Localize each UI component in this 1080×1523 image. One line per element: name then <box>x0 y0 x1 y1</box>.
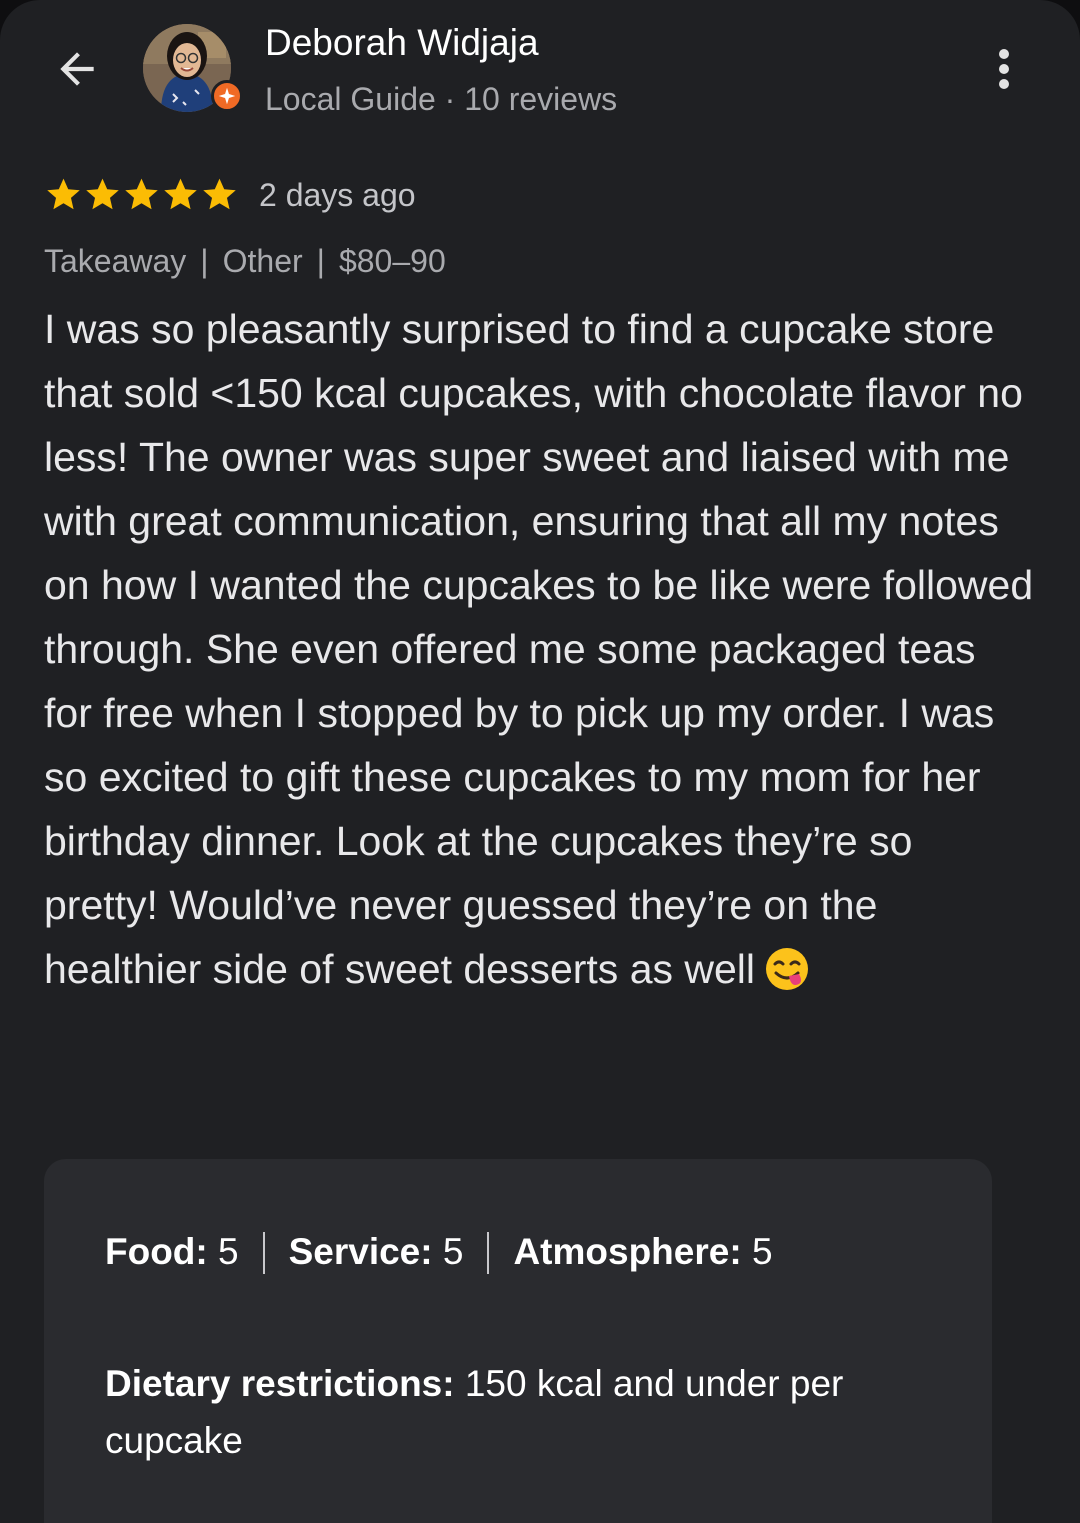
service-label: Service: <box>288 1231 433 1272</box>
more-options-button[interactable] <box>980 42 1028 96</box>
food-label: Food: <box>105 1231 208 1272</box>
review-date: 2 days ago <box>259 177 416 213</box>
dietary-restrictions: Dietary restrictions: 150 kcal and under… <box>105 1355 965 1469</box>
local-guide-badge <box>211 80 243 112</box>
atmosphere-label: Atmosphere: <box>513 1231 742 1272</box>
star-rating <box>44 175 239 214</box>
rating-divider <box>262 1232 265 1274</box>
arrow-left-icon <box>60 52 94 86</box>
sub-ratings: Food: 5 Service: 5 Atmosphere: 5 <box>105 1229 773 1275</box>
star-icon <box>125 178 158 210</box>
author-name[interactable]: Deborah Widjaja <box>265 20 539 66</box>
tag-meal-type: Other <box>222 243 303 279</box>
review-text: I was so pleasantly surprised to find a … <box>44 297 1034 1001</box>
atmosphere-value: 5 <box>751 1231 773 1272</box>
author-avatar-group[interactable] <box>143 24 243 116</box>
star-icon <box>47 178 80 210</box>
author-meta: Local Guide · 10 reviews <box>265 81 618 117</box>
face-savoring-food-emoji <box>766 948 809 990</box>
tag-price: $80–90 <box>338 243 446 279</box>
review-tags: Takeaway | Other | $80–90 <box>44 240 446 282</box>
review-body: I was so pleasantly surprised to find a … <box>44 306 1034 992</box>
review-screen: Deborah Widjaja Local Guide · 10 reviews… <box>0 0 1080 1523</box>
tag-service-type: Takeaway <box>44 243 187 279</box>
review-details-card: Food: 5 Service: 5 Atmosphere: 5 Dietary r… <box>44 1159 992 1523</box>
local-guide-star-icon <box>218 87 236 105</box>
service-value: 5 <box>442 1231 464 1272</box>
dietary-label: Dietary restrictions: <box>105 1363 455 1404</box>
back-button[interactable] <box>44 36 110 102</box>
more-vert-icon <box>999 49 1009 89</box>
food-value: 5 <box>218 1231 239 1272</box>
star-icon <box>164 178 197 210</box>
tag-divider: | <box>200 243 209 279</box>
rating-divider <box>487 1232 490 1274</box>
tag-divider: | <box>316 243 325 279</box>
star-icon <box>203 178 236 210</box>
star-icon <box>86 178 119 210</box>
